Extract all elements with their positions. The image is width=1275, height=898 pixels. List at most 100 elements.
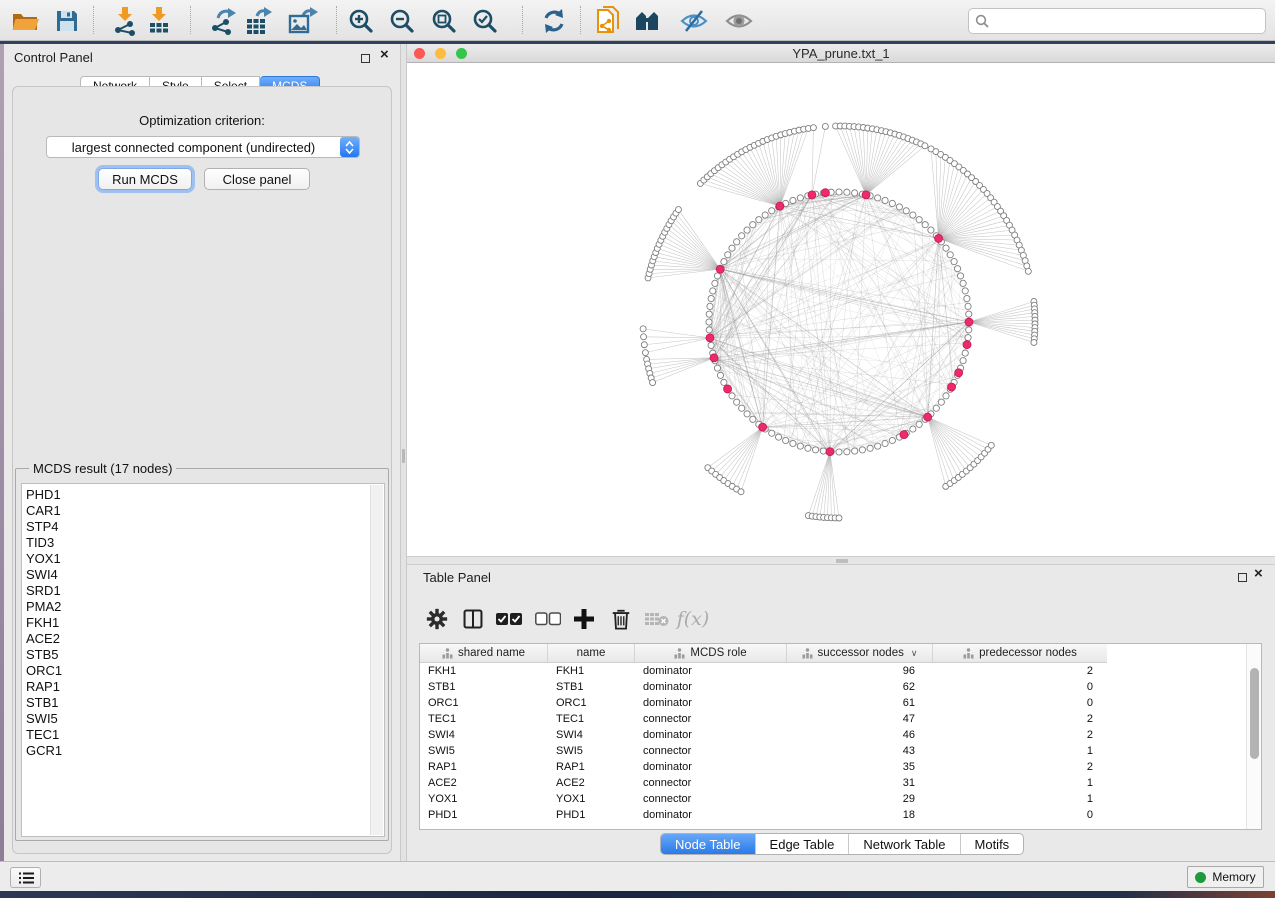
- list-item[interactable]: STB1: [26, 695, 62, 711]
- search-neighbors-icon[interactable]: [633, 5, 667, 36]
- column-visibility-icon[interactable]: [459, 605, 487, 633]
- open-file-icon[interactable]: [8, 5, 42, 36]
- column-header-shared-name[interactable]: shared name: [420, 644, 548, 662]
- mcds-result-title: MCDS result (17 nodes): [29, 461, 176, 476]
- export-network-icon[interactable]: [206, 5, 240, 36]
- column-header-mcds-role[interactable]: MCDS role: [635, 644, 787, 662]
- tab-edge-table[interactable]: Edge Table: [755, 834, 849, 854]
- close-panel-button[interactable]: Close panel: [204, 168, 310, 190]
- zoom-out-icon[interactable]: [385, 5, 419, 36]
- float-window-icon[interactable]: [1238, 573, 1247, 582]
- export-table-icon[interactable]: [241, 5, 275, 36]
- node-table: shared name name MCDS role successor nod…: [419, 643, 1262, 830]
- table-cell: 35: [787, 761, 933, 773]
- select-stepper-icon: [340, 137, 359, 157]
- toolbar-separator: [190, 6, 191, 34]
- list-item[interactable]: SWI5: [26, 711, 62, 727]
- task-history-button[interactable]: [10, 867, 41, 888]
- refresh-view-icon[interactable]: [537, 5, 571, 36]
- table-settings-icon[interactable]: [423, 605, 451, 633]
- table-cell: ACE2: [548, 777, 635, 789]
- table-panel-title: Table Panel: [423, 570, 491, 585]
- scrollbar-thumb[interactable]: [1250, 668, 1259, 759]
- table-cell: PHD1: [548, 809, 635, 821]
- search-input[interactable]: [968, 8, 1266, 34]
- list-item[interactable]: GCR1: [26, 743, 62, 759]
- tab-motifs[interactable]: Motifs: [960, 834, 1024, 854]
- zoom-in-icon[interactable]: [344, 5, 378, 36]
- list-item[interactable]: FKH1: [26, 615, 62, 631]
- hide-elements-icon[interactable]: [677, 5, 711, 36]
- table-cell: 0: [933, 809, 1107, 821]
- table-cell: 46: [787, 729, 933, 741]
- table-row[interactable]: YOX1YOX1connector291: [420, 791, 1107, 807]
- zoom-selected-icon[interactable]: [468, 5, 502, 36]
- table-cell: 47: [787, 713, 933, 725]
- criterion-select[interactable]: largest connected component (undirected): [46, 136, 360, 158]
- table-row[interactable]: SWI5SWI5connector431: [420, 743, 1107, 759]
- table-cell: connector: [635, 777, 787, 789]
- vertical-splitter[interactable]: [400, 44, 407, 861]
- table-row[interactable]: PHD1PHD1dominator180: [420, 807, 1107, 823]
- mcds-result-list[interactable]: PHD1CAR1STP4TID3YOX1SWI4SRD1PMA2FKH1ACE2…: [21, 483, 385, 837]
- table-cell: ACE2: [420, 777, 548, 789]
- delete-columns-icon[interactable]: [607, 605, 635, 633]
- delete-table-icon[interactable]: [643, 605, 671, 633]
- table-scrollbar[interactable]: [1246, 644, 1261, 829]
- table-row[interactable]: TEC1TEC1connector472: [420, 711, 1107, 727]
- search-field[interactable]: [993, 14, 1265, 28]
- list-item[interactable]: PHD1: [26, 487, 62, 503]
- list-item[interactable]: STB5: [26, 647, 62, 663]
- list-item[interactable]: ACE2: [26, 631, 62, 647]
- table-cell: FKH1: [548, 665, 635, 677]
- network-canvas[interactable]: [407, 63, 1275, 556]
- table-cell: SWI5: [420, 745, 548, 757]
- close-panel-icon[interactable]: ×: [380, 46, 389, 64]
- table-cell: FKH1: [420, 665, 548, 677]
- table-row[interactable]: STB1STB1dominator620: [420, 679, 1107, 695]
- zoom-fit-icon[interactable]: [427, 5, 461, 36]
- column-header-successor-nodes[interactable]: successor nodes ∨: [787, 644, 933, 662]
- import-table-icon[interactable]: [142, 5, 176, 36]
- list-item[interactable]: PMA2: [26, 599, 62, 615]
- table-row[interactable]: ORC1ORC1dominator610: [420, 695, 1107, 711]
- memory-label: Memory: [1212, 870, 1255, 884]
- list-item[interactable]: STP4: [26, 519, 62, 535]
- table-cell: 1: [933, 793, 1107, 805]
- table-row[interactable]: FKH1FKH1dominator962: [420, 663, 1107, 679]
- optimization-criterion-label: Optimization criterion:: [13, 113, 391, 128]
- share-document-icon[interactable]: [591, 5, 625, 36]
- table-row[interactable]: RAP1RAP1dominator352: [420, 759, 1107, 775]
- list-item[interactable]: YOX1: [26, 551, 62, 567]
- column-header-predecessor-nodes[interactable]: predecessor nodes: [933, 644, 1107, 662]
- import-network-icon[interactable]: [108, 5, 142, 36]
- table-cell: dominator: [635, 665, 787, 677]
- table-cell: RAP1: [420, 761, 548, 773]
- node-table-rows: FKH1FKH1dominator962STB1STB1dominator620…: [420, 663, 1107, 823]
- list-item[interactable]: ORC1: [26, 663, 62, 679]
- float-window-icon[interactable]: [361, 54, 370, 63]
- memory-button[interactable]: Memory: [1187, 866, 1264, 888]
- list-item[interactable]: SWI4: [26, 567, 62, 583]
- list-item[interactable]: TID3: [26, 535, 62, 551]
- horizontal-splitter[interactable]: [407, 556, 1275, 565]
- list-item[interactable]: SRD1: [26, 583, 62, 599]
- list-item[interactable]: CAR1: [26, 503, 62, 519]
- tab-node-table[interactable]: Node Table: [661, 834, 755, 854]
- network-window: YPA_prune.txt_1: [407, 44, 1275, 556]
- select-all-rows-icon[interactable]: [495, 605, 523, 633]
- list-item[interactable]: RAP1: [26, 679, 62, 695]
- deselect-all-rows-icon[interactable]: [534, 605, 562, 633]
- tab-network-table[interactable]: Network Table: [848, 834, 959, 854]
- list-item[interactable]: TEC1: [26, 727, 62, 743]
- mcds-list-scrollbar[interactable]: [370, 485, 383, 835]
- add-column-icon[interactable]: [570, 605, 598, 633]
- table-row[interactable]: SWI4SWI4dominator462: [420, 727, 1107, 743]
- close-panel-icon[interactable]: ×: [1254, 565, 1263, 583]
- save-session-icon[interactable]: [50, 5, 84, 36]
- table-row[interactable]: ACE2ACE2connector311: [420, 775, 1107, 791]
- show-elements-icon[interactable]: [722, 5, 756, 36]
- export-image-icon[interactable]: [286, 5, 320, 36]
- column-header-name[interactable]: name: [548, 644, 635, 662]
- run-mcds-button[interactable]: Run MCDS: [98, 168, 192, 190]
